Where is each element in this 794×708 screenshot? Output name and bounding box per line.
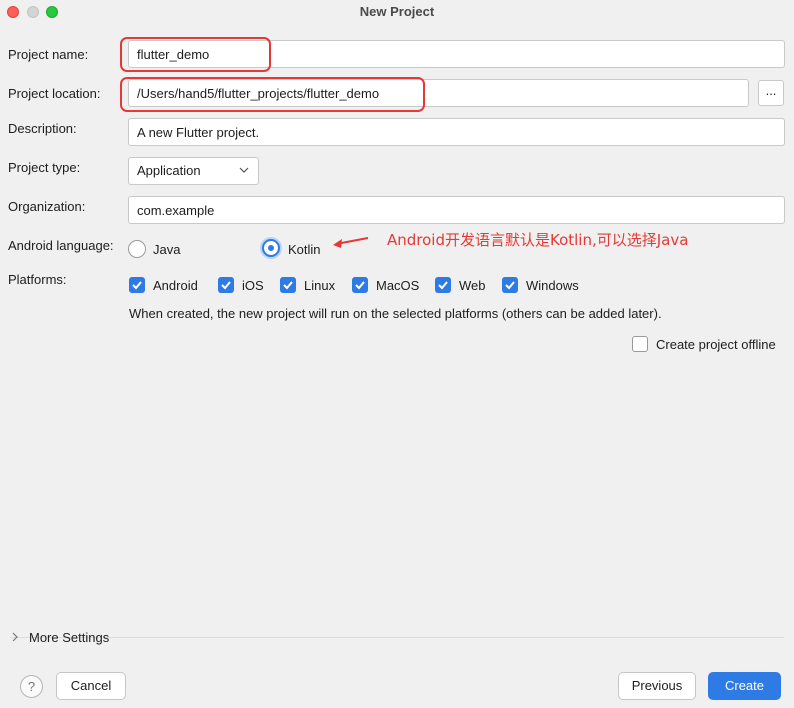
- kotlin-radio[interactable]: [262, 239, 280, 257]
- highlight-project-location: [120, 77, 425, 112]
- kotlin-radio-label: Kotlin: [288, 242, 321, 257]
- project-name-label: Project name:: [8, 47, 89, 62]
- platform-macos-label: MacOS: [376, 278, 420, 293]
- project-location-label: Project location:: [8, 86, 101, 101]
- platform-web-label: Web: [459, 278, 486, 293]
- platform-web-checkbox[interactable]: [435, 277, 451, 293]
- checkmark-icon: [438, 281, 448, 290]
- platform-windows-checkbox[interactable]: [502, 277, 518, 293]
- checkmark-icon: [505, 281, 515, 290]
- project-type-label: Project type:: [8, 160, 81, 175]
- checkmark-icon: [355, 281, 365, 290]
- help-button[interactable]: ?: [20, 675, 43, 698]
- platform-android-checkbox[interactable]: [129, 277, 145, 293]
- platform-linux-label: Linux: [304, 278, 336, 293]
- divider: [10, 637, 784, 638]
- annotation-arrow-icon: [333, 237, 369, 248]
- project-type-dropdown[interactable]: Application: [128, 157, 259, 185]
- checkmark-icon: [132, 281, 142, 290]
- platforms-label: Platforms:: [8, 272, 67, 287]
- chevron-down-icon: [239, 167, 249, 173]
- organization-label: Organization:: [8, 199, 86, 214]
- platform-macos-checkbox[interactable]: [352, 277, 368, 293]
- chevron-right-icon[interactable]: [11, 632, 19, 642]
- platform-ios-checkbox[interactable]: [218, 277, 234, 293]
- previous-button[interactable]: Previous: [618, 672, 696, 700]
- platform-windows-label: Windows: [526, 278, 579, 293]
- platform-ios-label: iOS: [242, 278, 264, 293]
- browse-location-button[interactable]: ...: [758, 80, 784, 106]
- create-offline-label: Create project offline: [656, 337, 776, 352]
- organization-input[interactable]: [128, 196, 785, 224]
- cancel-button[interactable]: Cancel: [56, 672, 126, 700]
- highlight-project-name: [120, 37, 271, 72]
- window-title: New Project: [359, 4, 435, 19]
- description-input[interactable]: [128, 118, 785, 146]
- android-language-label: Android language:: [8, 238, 114, 253]
- checkmark-icon: [283, 281, 293, 290]
- title-bar: New Project: [0, 0, 794, 24]
- platforms-note: When created, the new project will run o…: [129, 306, 662, 321]
- platform-linux-checkbox[interactable]: [280, 277, 296, 293]
- description-label: Description:: [8, 121, 77, 136]
- project-type-value: Application: [137, 163, 201, 178]
- checkmark-icon: [221, 281, 231, 290]
- create-offline-checkbox[interactable]: [632, 336, 648, 352]
- java-radio[interactable]: [128, 240, 146, 258]
- java-radio-label: Java: [153, 242, 181, 257]
- more-settings-toggle[interactable]: More Settings: [29, 630, 109, 645]
- annotation-text: Android开发语言默认是Kotlin,可以选择Java: [387, 231, 689, 249]
- platform-android-label: Android: [153, 278, 198, 293]
- create-button[interactable]: Create: [708, 672, 781, 700]
